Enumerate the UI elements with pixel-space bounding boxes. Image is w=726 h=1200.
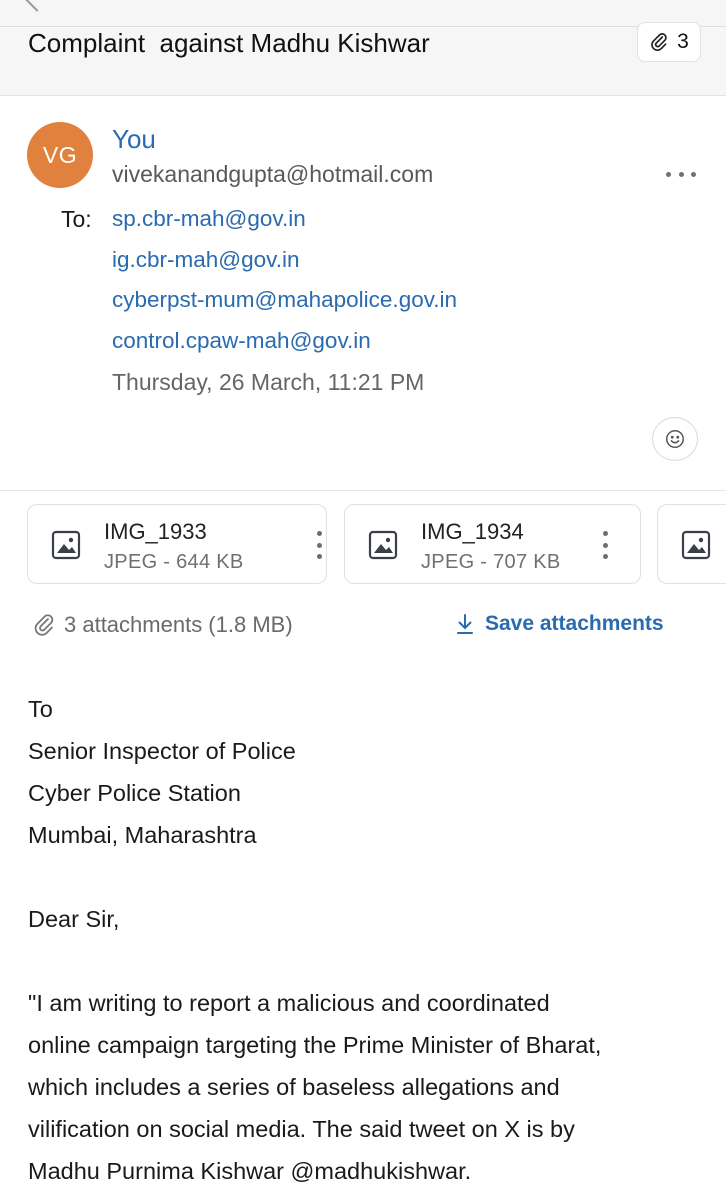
to-label: To:: [61, 206, 92, 232]
paperclip-icon: [34, 614, 54, 636]
paragraph-line: online campaign targeting the Prime Mini…: [28, 1032, 602, 1058]
avatar[interactable]: VG: [27, 122, 93, 188]
attachment-card[interactable]: IMG_1933 JPEG - 644 KB: [27, 504, 327, 584]
attachment-meta: JPEG - 644 KB: [104, 551, 244, 573]
attachment-meta: JPEG - 707 KB: [421, 551, 561, 573]
attachment-summary: 3 attachments (1.8 MB): [32, 612, 293, 638]
paperclip-icon: [651, 33, 667, 51]
emoji-reaction-button[interactable]: [652, 417, 698, 461]
attachment-name: IMG_1933: [104, 519, 207, 544]
save-attachments-label: Save attachments: [485, 612, 664, 635]
image-file-icon: [51, 530, 81, 560]
recipient-link[interactable]: control.cpaw-mah@gov.in: [112, 328, 457, 369]
attachment-count-button[interactable]: 3: [637, 22, 701, 62]
paragraph-line: "I am writing to report a malicious and …: [28, 990, 550, 1016]
save-attachments-button[interactable]: Save attachments: [455, 612, 664, 636]
address-line: Senior Inspector of Police: [28, 738, 296, 764]
sender-name[interactable]: You: [112, 124, 156, 155]
attachment-name: IMG_1934: [421, 519, 524, 544]
kebab-icon[interactable]: [316, 531, 322, 559]
email-subject: Complaint against Madhu Kishwar: [28, 28, 430, 58]
paragraph-line: vilification on social media. The said t…: [28, 1116, 575, 1142]
recipient-link[interactable]: cyberpst-mum@mahapolice.gov.in: [112, 287, 457, 328]
paragraph-line: which includes a series of baseless alle…: [28, 1074, 560, 1100]
attachment-count: 3: [677, 30, 689, 53]
back-chevron-icon[interactable]: [24, 0, 50, 12]
attachment-card[interactable]: [657, 504, 726, 584]
download-icon: [457, 614, 473, 634]
avatar-initials: VG: [42, 141, 78, 168]
divider: [0, 26, 726, 27]
more-options-icon[interactable]: [666, 168, 696, 180]
divider: [0, 490, 726, 491]
paragraph-line: Madhu Purnima Kishwar @madhukishwar.: [28, 1158, 472, 1184]
recipient-link[interactable]: ig.cbr-mah@gov.in: [112, 247, 457, 288]
recipient-link[interactable]: sp.cbr-mah@gov.in: [112, 206, 457, 247]
image-file-icon: [681, 530, 711, 560]
attachment-card[interactable]: IMG_1934 JPEG - 707 KB: [344, 504, 641, 584]
sender-email: vivekanandgupta@hotmail.com: [112, 161, 434, 187]
image-file-icon: [368, 530, 398, 560]
subject-bar: Complaint against Madhu Kishwar 3: [0, 0, 726, 96]
body-paragraph: "I am writing to report a malicious and …: [28, 982, 718, 1192]
attachment-summary-text: 3 attachments (1.8 MB): [64, 612, 293, 637]
sent-timestamp: Thursday, 26 March, 11:21 PM: [112, 369, 425, 395]
recipient-list: sp.cbr-mah@gov.in ig.cbr-mah@gov.in cybe…: [112, 206, 457, 368]
address-line: Cyber Police Station: [28, 780, 241, 806]
address-line: To: [28, 696, 53, 722]
address-block: To Senior Inspector of Police Cyber Poli…: [28, 688, 708, 856]
kebab-icon[interactable]: [602, 531, 608, 559]
address-line: Mumbai, Maharashtra: [28, 822, 257, 848]
greeting: Dear Sir,: [28, 906, 120, 932]
emoji-icon: [666, 430, 684, 448]
